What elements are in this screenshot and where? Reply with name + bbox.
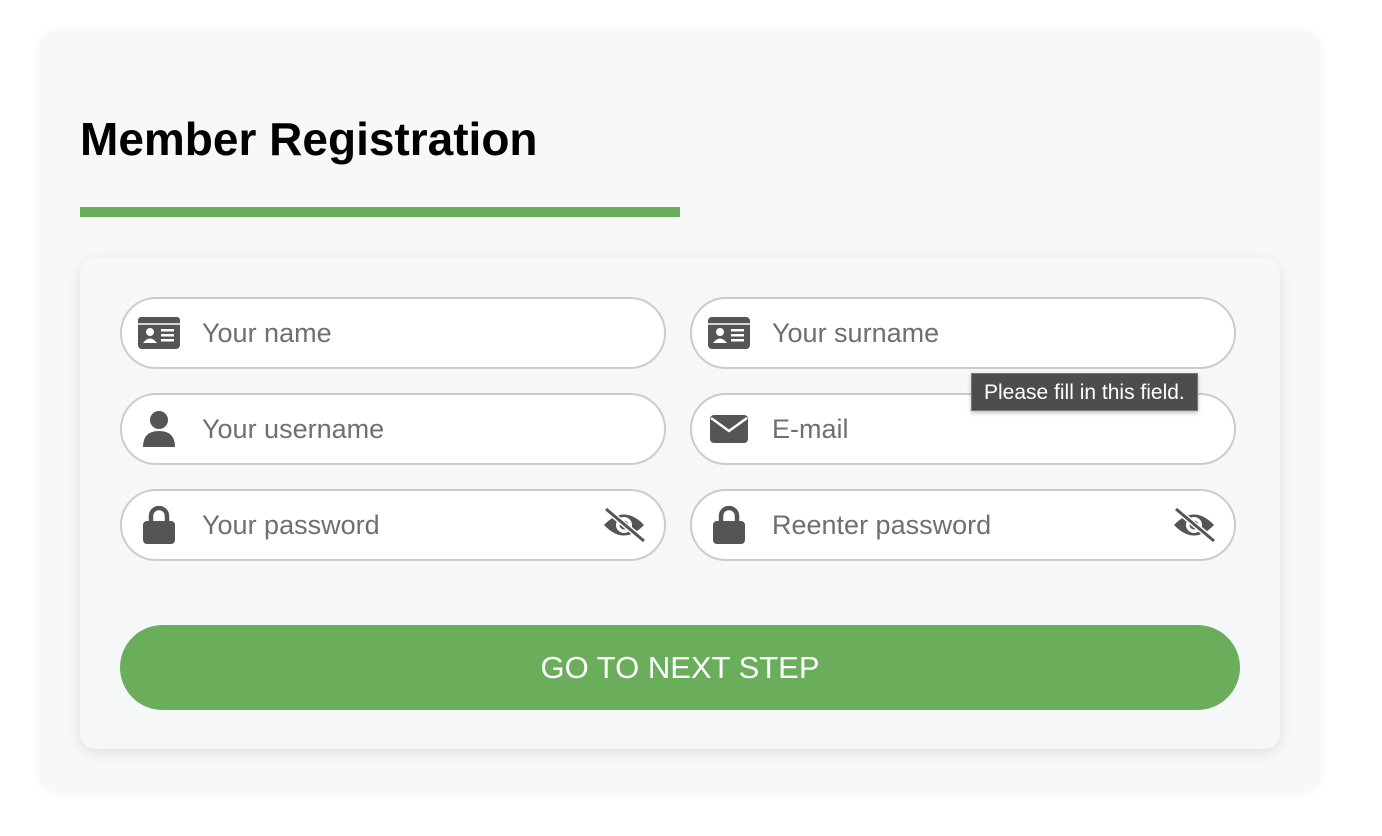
title-underline <box>80 207 680 217</box>
next-step-button[interactable]: GO TO NEXT STEP <box>120 625 1240 710</box>
name-field[interactable] <box>120 297 666 369</box>
page-title: Member Registration <box>80 113 538 165</box>
password-input[interactable] <box>202 491 602 559</box>
surname-input[interactable] <box>772 299 1172 367</box>
id-card-icon <box>708 315 750 351</box>
id-card-icon <box>138 315 180 351</box>
username-input[interactable] <box>202 395 602 463</box>
surname-field[interactable] <box>690 297 1236 369</box>
user-icon <box>138 411 180 447</box>
eye-slash-icon[interactable] <box>600 505 648 545</box>
name-input[interactable] <box>202 299 602 367</box>
password-field[interactable] <box>120 489 666 561</box>
lock-icon <box>138 506 180 544</box>
validation-tooltip: Please fill in this field. <box>971 373 1198 411</box>
envelope-icon <box>708 411 750 447</box>
username-field[interactable] <box>120 393 666 465</box>
password-confirm-input[interactable] <box>772 491 1172 559</box>
password-confirm-field[interactable] <box>690 489 1236 561</box>
lock-icon <box>708 506 750 544</box>
eye-slash-icon[interactable] <box>1170 505 1218 545</box>
